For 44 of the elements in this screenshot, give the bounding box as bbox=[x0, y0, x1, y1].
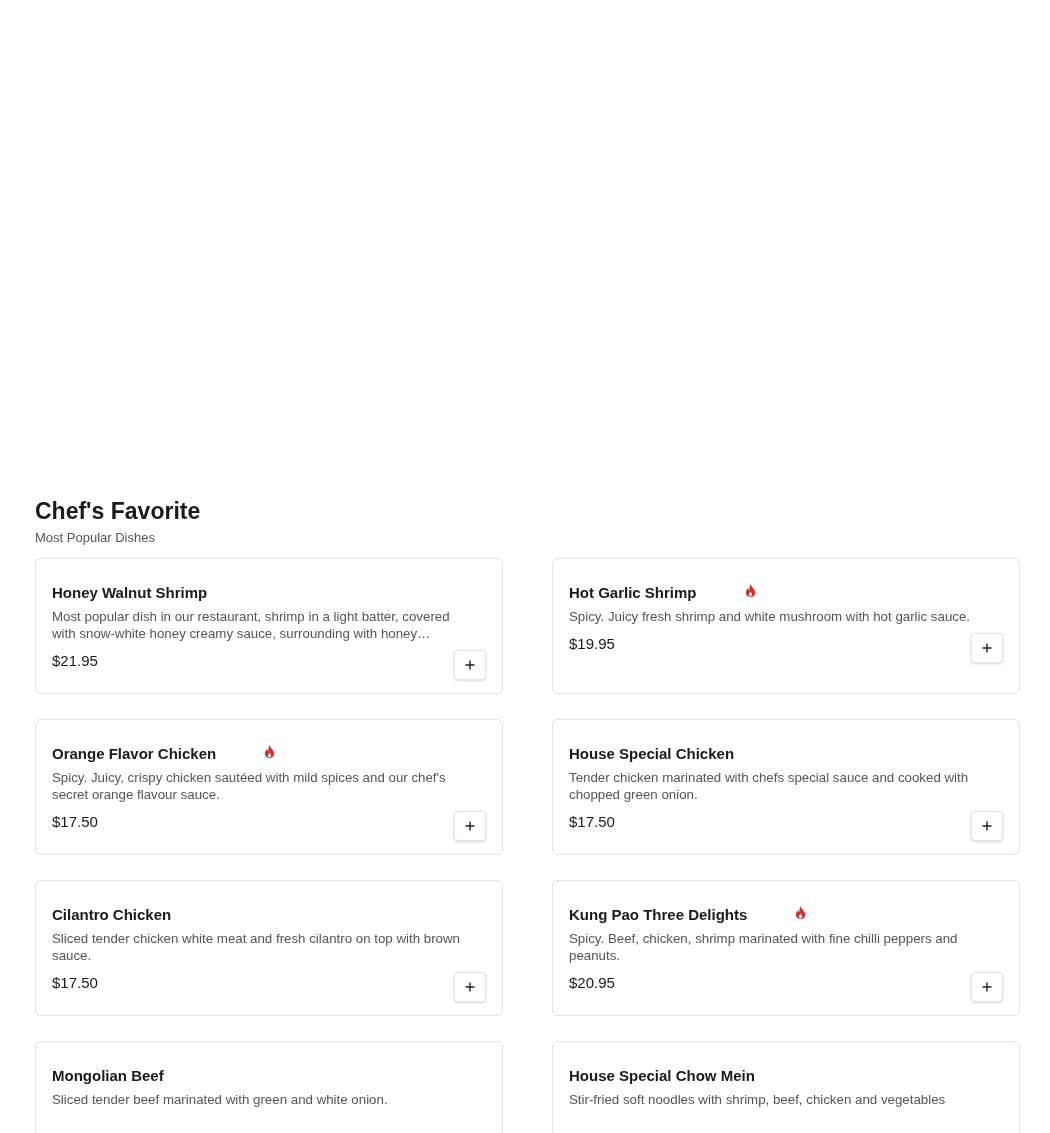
dish-name: Mongolian Beef bbox=[52, 1066, 164, 1084]
dish-description: Sliced tender chicken white meat and fresh cilantro on top with brown sauce. bbox=[52, 930, 461, 964]
plus-icon bbox=[465, 660, 475, 670]
add-button[interactable] bbox=[454, 650, 486, 680]
dish-price: $17.50 bbox=[52, 973, 98, 991]
dish-name: Hot Garlic Shrimp bbox=[569, 583, 697, 601]
dish-price: $17.50 bbox=[52, 812, 98, 830]
plus-icon bbox=[465, 821, 475, 831]
dish-name: House Special Chow Mein bbox=[569, 1066, 755, 1084]
dish-description: Stir-fried soft noodles with shrimp, beef, chicken and vegetables bbox=[569, 1091, 947, 1108]
section-subtitle: Most Popular Dishes bbox=[35, 530, 156, 546]
dish-description: Spicy. Beef, chicken, shrimp marinated with fine chilli peppers and peanuts. bbox=[569, 930, 959, 964]
add-button[interactable] bbox=[971, 633, 1003, 663]
dish-card[interactable]: Orange Flavor Chicken Spicy. Juicy, crispy chicken sautéed with mild spices and our chef's secret orange flavour sauce. $17.50 bbox=[35, 719, 503, 855]
dish-price: $19.95 bbox=[569, 634, 615, 652]
dish-price: $21.95 bbox=[52, 651, 98, 669]
dish-description: Spicy. Juicy, crispy chicken sautéed with mild spices and our chef's secret orange flavour sauce. bbox=[52, 769, 447, 803]
plus-icon bbox=[982, 821, 992, 831]
dish-card[interactable]: Hot Garlic Shrimp Spicy. Juicy fresh shrimp and white mushroom with hot garlic sauce. $19.95 bbox=[552, 558, 1020, 694]
plus-icon bbox=[465, 982, 475, 992]
dish-card[interactable]: House Special Chow Mein Stir-fried soft noodles with shrimp, beef, chicken and vegetables bbox=[552, 1041, 1020, 1133]
dish-name: Kung Pao Three Delights bbox=[569, 905, 748, 923]
dish-description: Sliced tender beef marinated with green and white onion. bbox=[52, 1091, 389, 1108]
dish-name: Honey Walnut Shrimp bbox=[52, 583, 208, 601]
dish-card[interactable]: Cilantro Chicken Sliced tender chicken white meat and fresh cilantro on top with brown sauce. $17.50 bbox=[35, 880, 503, 1016]
dish-card[interactable]: Kung Pao Three Delights Spicy. Beef, chicken, shrimp marinated with fine chilli peppers and peanuts. $20.95 bbox=[552, 880, 1020, 1016]
add-button[interactable] bbox=[454, 811, 486, 841]
dish-card[interactable]: Mongolian Beef Sliced tender beef marinated with green and white onion. bbox=[35, 1041, 503, 1133]
add-button[interactable] bbox=[971, 811, 1003, 841]
dish-description: Tender chicken marinated with chefs special sauce and cooked with chopped green onion. bbox=[569, 769, 970, 803]
dish-name: Orange Flavor Chicken bbox=[52, 744, 217, 762]
add-button[interactable] bbox=[971, 972, 1003, 1002]
section-title: Chef's Favorite bbox=[35, 497, 202, 526]
plus-icon bbox=[982, 643, 992, 653]
dish-card[interactable]: House Special Chicken Tender chicken marinated with chefs special sauce and cooked with chopped green onion. $17.50 bbox=[552, 719, 1020, 855]
add-button[interactable] bbox=[454, 972, 486, 1002]
dish-name: House Special Chicken bbox=[569, 744, 735, 762]
dish-card[interactable]: Honey Walnut Shrimp Most popular dish in our restaurant, shrimp in a light batter, covered with snow-white honey creamy sauce, surrounding with honey… $21.95 bbox=[35, 558, 503, 694]
dish-price: $17.50 bbox=[569, 812, 615, 830]
plus-icon bbox=[982, 982, 992, 992]
dish-description: Most popular dish in our restaurant, shrimp in a light batter, covered with snow-white honey creamy sauce, surrounding with honey… bbox=[52, 608, 451, 642]
dish-description: Spicy. Juicy fresh shrimp and white mushroom with hot garlic sauce. bbox=[569, 608, 972, 625]
dish-name: Cilantro Chicken bbox=[52, 905, 172, 923]
dish-price: $20.95 bbox=[569, 973, 615, 991]
